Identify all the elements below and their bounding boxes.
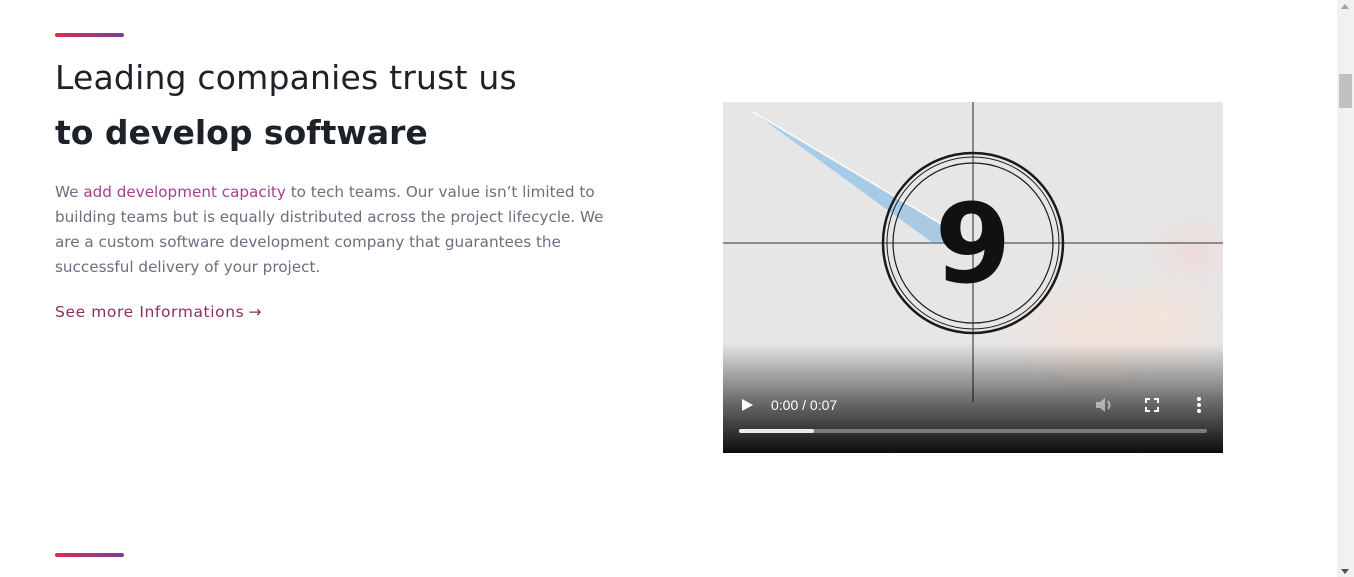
video-player[interactable]: 9 0:00 / 0:07 bbox=[723, 102, 1223, 453]
add-development-capacity-link[interactable]: add development capacity bbox=[83, 183, 286, 201]
volume-icon bbox=[1096, 398, 1111, 412]
scrollbar-thumb[interactable] bbox=[1339, 74, 1352, 108]
svg-text:9: 9 bbox=[935, 180, 1012, 308]
section-description: We add development capacity to tech team… bbox=[55, 180, 607, 280]
fullscreen-button[interactable] bbox=[1141, 394, 1163, 416]
play-button[interactable] bbox=[737, 394, 757, 416]
arrow-right-icon: → bbox=[248, 303, 262, 321]
fullscreen-icon bbox=[1145, 398, 1159, 412]
more-options-button[interactable] bbox=[1189, 394, 1209, 416]
video-progress-bar[interactable] bbox=[739, 429, 1207, 433]
next-section-accent-bar bbox=[55, 553, 124, 557]
volume-button[interactable] bbox=[1093, 394, 1115, 416]
section-heading-line1: Leading companies trust us bbox=[55, 58, 517, 97]
description-prefix: We bbox=[55, 183, 84, 201]
page: Leading companies trust us to develop so… bbox=[0, 0, 1354, 577]
video-progress-fill bbox=[739, 429, 814, 433]
page-scrollbar[interactable] bbox=[1337, 0, 1354, 577]
more-vertical-icon bbox=[1197, 397, 1201, 413]
section-accent-bar bbox=[55, 33, 124, 37]
see-more-label: See more Informations bbox=[55, 303, 245, 321]
video-time-display: 0:00 / 0:07 bbox=[771, 397, 838, 413]
see-more-informations-link[interactable]: See more Informations → bbox=[55, 303, 262, 321]
scroll-down-arrow-icon[interactable] bbox=[1341, 569, 1349, 574]
scroll-up-arrow-icon[interactable] bbox=[1341, 4, 1349, 9]
play-icon bbox=[742, 399, 753, 411]
section-heading-line2: to develop software bbox=[55, 113, 428, 152]
